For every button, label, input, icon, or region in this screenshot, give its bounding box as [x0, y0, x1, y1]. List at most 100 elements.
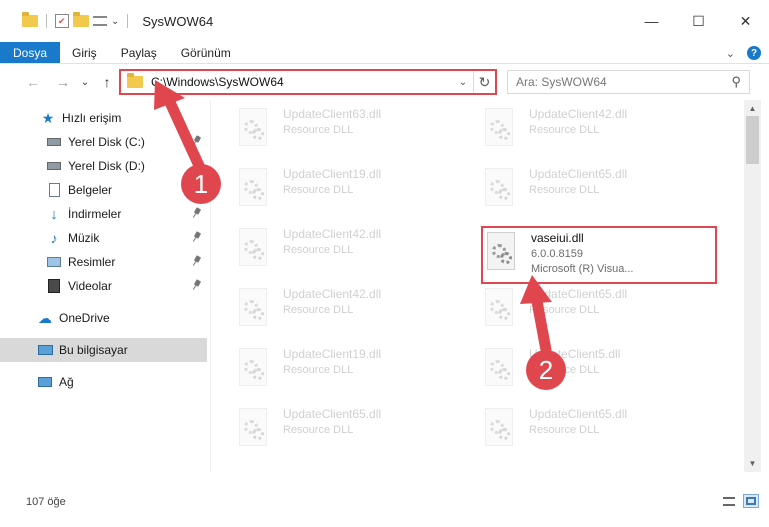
file-description: Resource DLL [283, 244, 354, 256]
search-placeholder: Ara: SysWOW64 [516, 75, 607, 89]
file-item-vaseiui[interactable]: vaseiui.dll 6.0.0.8159 Microsoft (R) Vis… [483, 228, 713, 276]
sidebar-item-label: Yerel Disk (D:) [68, 159, 145, 173]
tab-gorunum[interactable]: Görünüm [169, 42, 243, 63]
sidebar-item-music[interactable]: ♪ Müzik [0, 226, 207, 250]
sidebar-item-local-disk-d[interactable]: Yerel Disk (D:) [0, 154, 207, 178]
dll-file-icon [235, 228, 271, 268]
sidebar-item-network[interactable]: Ağ [0, 370, 207, 394]
customize-toolbar-chevron-icon[interactable]: ⌄ [111, 16, 119, 27]
file-item[interactable]: UpdateClient42.dll Resource DLL [235, 284, 465, 332]
toolbar-divider [46, 14, 47, 28]
file-name: UpdateClient65.dll [529, 287, 628, 301]
file-item[interactable]: UpdateClient19.dll Resource DLL [235, 344, 465, 392]
file-item[interactable]: UpdateClient63.dll Resource DLL [235, 104, 465, 152]
forward-button[interactable]: → [52, 71, 74, 93]
file-name: UpdateClient63.dll [283, 107, 382, 121]
file-list: UpdateClient63.dll Resource DLL UpdateCli… [211, 100, 744, 472]
sidebar-item-label: Videolar [68, 279, 112, 293]
sidebar-item-downloads[interactable]: ↓ İndirmeler [0, 202, 207, 226]
dll-file-icon [235, 348, 271, 388]
view-toggle [721, 494, 759, 508]
scroll-up-icon[interactable]: ▲ [744, 100, 761, 117]
file-description: Resource DLL [283, 304, 354, 316]
dll-file-icon [481, 108, 517, 148]
up-button[interactable]: ↑ [96, 71, 118, 93]
file-item[interactable]: UpdateClient5.dllResource DLL [481, 344, 711, 392]
scrollbar-thumb[interactable] [746, 116, 759, 164]
properties-icon[interactable]: ✔ [55, 14, 69, 28]
address-bar[interactable]: C:\Windows\SysWOW64 ⌄ ↻ [119, 69, 497, 95]
file-name: UpdateClient65.dll [283, 407, 382, 421]
tab-paylas[interactable]: Paylaş [109, 42, 169, 63]
refresh-button[interactable]: ↻ [473, 71, 495, 93]
navigation-bar: ← → ⌄ ↑ C:\Windows\SysWOW64 ⌄ ↻ Ara: Sys… [0, 64, 769, 100]
file-name: UpdateClient19.dll [283, 347, 382, 361]
drive-icon [46, 134, 62, 150]
step-2-badge: 2 [526, 350, 566, 390]
music-icon: ♪ [50, 230, 58, 246]
close-button[interactable]: ✕ [722, 0, 769, 42]
sidebar-item-quick-access[interactable]: ★ Hızlı erişim [0, 106, 207, 130]
sidebar-item-label: Bu bilgisayar [59, 343, 128, 357]
documents-icon [46, 182, 62, 198]
pin-icon[interactable] [193, 208, 201, 218]
vertical-scrollbar[interactable]: ▲ ▼ [744, 100, 761, 472]
scroll-down-icon[interactable]: ▼ [744, 455, 761, 472]
dll-file-icon [481, 348, 517, 388]
address-path[interactable]: C:\Windows\SysWOW64 [151, 75, 453, 89]
search-input[interactable]: Ara: SysWOW64 ⚲ [507, 70, 750, 94]
file-item[interactable]: UpdateClient42.dll Resource DLL [481, 104, 711, 152]
file-item[interactable]: UpdateClient42.dll Resource DLL [235, 224, 465, 272]
pin-icon[interactable] [193, 136, 201, 146]
pin-icon[interactable] [193, 280, 201, 290]
search-icon[interactable]: ⚲ [731, 74, 741, 90]
tab-giris[interactable]: Giriş [60, 42, 109, 63]
address-dropdown-icon[interactable]: ⌄ [453, 77, 473, 88]
onedrive-icon: ☁ [38, 309, 52, 326]
file-name: UpdateClient19.dll [283, 167, 382, 181]
quick-access-toolbar: ✔ ⌄ [0, 12, 132, 28]
dll-file-icon [483, 232, 519, 272]
back-button[interactable]: ← [22, 71, 44, 93]
pin-icon[interactable] [193, 256, 201, 266]
file-name: UpdateClient42.dll [529, 107, 628, 121]
expand-ribbon-icon[interactable]: ⌄ [726, 47, 735, 60]
sidebar-item-documents[interactable]: Belgeler [0, 178, 207, 202]
drive-icon [46, 158, 62, 174]
sidebar-item-local-disk-c[interactable]: Yerel Disk (C:) [0, 130, 207, 154]
file-name: UpdateClient65.dll [529, 407, 628, 421]
help-icon[interactable]: ? [747, 46, 761, 60]
pin-icon[interactable] [193, 232, 201, 242]
sidebar-item-pictures[interactable]: Resimler [0, 250, 207, 274]
file-item[interactable]: UpdateClient65.dll Resource DLL [481, 284, 711, 332]
toolbar-divider [127, 14, 129, 28]
window-title: SysWOW64 [142, 13, 214, 29]
large-icons-view-icon[interactable] [743, 494, 759, 508]
navigation-pane: ★ Hızlı erişim Yerel Disk (C:) Yerel Dis… [0, 100, 210, 484]
minimize-button[interactable]: — [628, 0, 675, 42]
new-folder-icon[interactable] [73, 12, 89, 27]
file-item[interactable]: UpdateClient19.dll Resource DLL [235, 164, 465, 212]
maximize-button[interactable]: ☐ [675, 0, 722, 42]
file-item[interactable]: UpdateClient65.dll Resource DLL [481, 164, 711, 212]
sidebar-item-this-pc[interactable]: Bu bilgisayar [0, 338, 207, 362]
download-icon: ↓ [50, 205, 58, 223]
sidebar-item-videos[interactable]: Videolar [0, 274, 207, 298]
recent-locations-button[interactable]: ⌄ [74, 71, 96, 93]
file-item[interactable]: UpdateClient65.dll Resource DLL [481, 404, 711, 452]
view-options-icon[interactable] [93, 16, 107, 26]
folder-icon[interactable] [22, 12, 38, 27]
dll-file-icon [481, 168, 517, 208]
file-name: UpdateClient65.dll [529, 167, 628, 181]
tab-dosya[interactable]: Dosya [0, 42, 61, 63]
sidebar-item-onedrive[interactable]: ☁ OneDrive [0, 306, 207, 330]
file-description: Microsoft (R) Visua... [531, 263, 634, 275]
dll-file-icon [235, 408, 271, 448]
item-count: 107 öğe [26, 495, 66, 508]
file-item[interactable]: UpdateClient65.dll Resource DLL [235, 404, 465, 452]
sidebar-item-label: Müzik [68, 231, 100, 245]
sidebar-item-label: Belgeler [68, 183, 113, 197]
details-view-icon[interactable] [721, 494, 737, 508]
file-name: vaseiui.dll [531, 231, 584, 245]
sidebar-item-label: OneDrive [59, 311, 110, 325]
